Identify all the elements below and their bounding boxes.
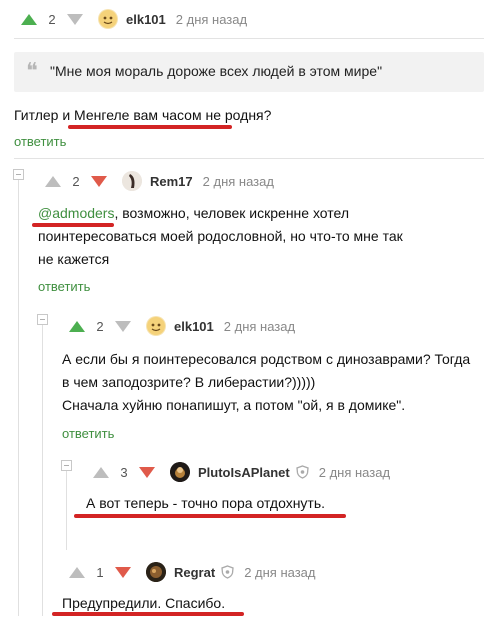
highlight-underline xyxy=(74,514,346,518)
score: 3 xyxy=(120,464,128,480)
collapse-icon[interactable] xyxy=(13,169,24,180)
comment-text: А если бы я поинтересовался родством с д… xyxy=(62,351,471,413)
user-mention-link[interactable]: @admoders xyxy=(38,205,114,221)
upvote-arrow-icon[interactable] xyxy=(66,315,88,337)
timestamp[interactable]: 2 дня назад xyxy=(224,319,295,334)
score: 2 xyxy=(96,318,104,334)
score: 1 xyxy=(96,564,104,580)
upvote-arrow-icon[interactable] xyxy=(18,8,40,30)
downvote-arrow-icon[interactable] xyxy=(64,8,86,30)
comment-header: 1 Regrat 2 дня назад xyxy=(66,560,315,584)
shield-icon xyxy=(221,565,234,579)
reply-link[interactable]: ответить xyxy=(14,134,66,149)
timestamp[interactable]: 2 дня назад xyxy=(176,12,247,27)
comment-header: 2 elk101 2 дня назад xyxy=(18,7,247,31)
comment-text: А вот теперь - точно пора отдохнуть. xyxy=(86,495,326,511)
divider xyxy=(14,38,484,39)
avatar[interactable] xyxy=(170,462,190,482)
username[interactable]: Regrat xyxy=(174,565,215,580)
reply-link[interactable]: ответить xyxy=(38,279,90,294)
username[interactable]: PlutoIsAPlanet xyxy=(198,465,290,480)
comment-header: 3 PlutoIsAPlanet 2 дня назад xyxy=(90,460,390,484)
downvote-arrow-icon[interactable] xyxy=(112,315,134,337)
upvote-arrow-icon[interactable] xyxy=(66,561,88,583)
timestamp[interactable]: 2 дня назад xyxy=(244,565,315,580)
avatar[interactable] xyxy=(122,171,142,191)
upvote-arrow-icon[interactable] xyxy=(90,461,112,483)
downvote-arrow-icon[interactable] xyxy=(88,170,110,192)
thread-line xyxy=(18,178,19,616)
thread-line xyxy=(42,322,43,616)
quote-block: ❝ "Мне моя мораль дороже всех людей в эт… xyxy=(14,52,484,92)
quote-icon: ❝ xyxy=(26,59,38,84)
reply-link[interactable]: ответить xyxy=(62,426,114,441)
downvote-arrow-icon[interactable] xyxy=(136,461,158,483)
downvote-arrow-icon[interactable] xyxy=(112,561,134,583)
avatar[interactable] xyxy=(98,9,118,29)
upvote-arrow-icon[interactable] xyxy=(42,170,64,192)
comment-text: @admoders, возможно, человек искренне хо… xyxy=(38,205,403,267)
timestamp[interactable]: 2 дня назад xyxy=(203,174,274,189)
comment-header: 2 Rem17 2 дня назад xyxy=(42,169,274,193)
comment-header: 2 elk101 2 дня назад xyxy=(66,314,295,338)
username[interactable]: Rem17 xyxy=(150,174,193,189)
collapse-icon[interactable] xyxy=(61,460,72,471)
timestamp[interactable]: 2 дня назад xyxy=(319,465,390,480)
divider xyxy=(14,158,484,159)
highlight-underline xyxy=(32,223,114,227)
avatar[interactable] xyxy=(146,562,166,582)
username[interactable]: elk101 xyxy=(126,12,166,27)
highlight-underline xyxy=(52,612,244,616)
score: 2 xyxy=(72,173,80,189)
comment-text: Гитлер и Менгеле вам часом не родня? xyxy=(14,107,272,123)
thread-line xyxy=(66,470,67,550)
score: 2 xyxy=(48,11,56,27)
username[interactable]: elk101 xyxy=(174,319,214,334)
highlight-underline xyxy=(68,125,232,129)
collapse-icon[interactable] xyxy=(37,314,48,325)
avatar[interactable] xyxy=(146,316,166,336)
shield-icon xyxy=(296,465,309,479)
quote-text: "Мне моя мораль дороже всех людей в этом… xyxy=(50,63,383,79)
